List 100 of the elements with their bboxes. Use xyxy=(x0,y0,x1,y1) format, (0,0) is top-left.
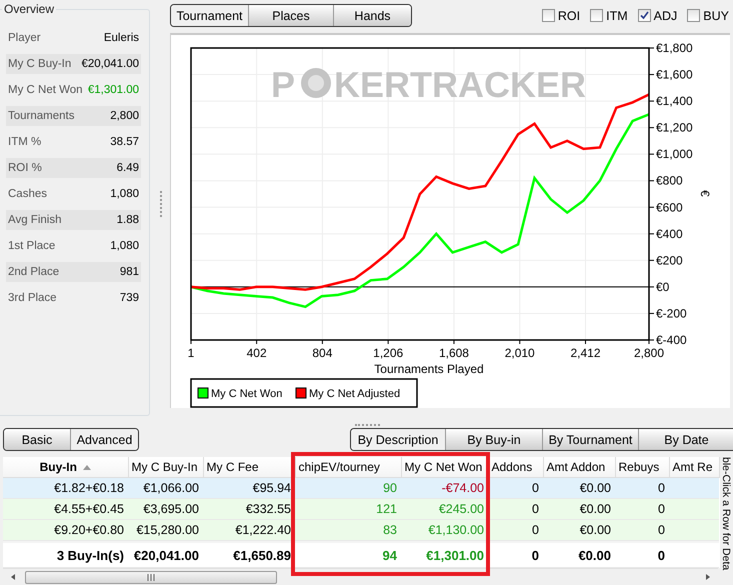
x-tick-label: 2,800 xyxy=(634,346,664,360)
table-cell: €1,222.40 xyxy=(235,523,291,537)
x-tick-label: 402 xyxy=(246,346,267,360)
tab[interactable]: Places xyxy=(249,5,334,26)
table-row[interactable]: €4.55+€0.45 €3,695.00 €332.55 121 €245.00 0 €0.00 0 xyxy=(3,498,719,520)
table-cell: 0 xyxy=(532,481,539,495)
y-tick-label: €-400 xyxy=(656,333,687,347)
splitter-handle[interactable] xyxy=(160,191,162,217)
x-tick-label: 804 xyxy=(312,346,332,360)
x-tick-label: 2,010 xyxy=(504,346,535,360)
y-tick-label: €-200 xyxy=(656,306,687,320)
checkbox[interactable] xyxy=(638,9,651,22)
stat-value: €20,041.00 xyxy=(81,58,139,70)
tab[interactable]: By Buy-in xyxy=(446,429,543,450)
stat-value: 2,800 xyxy=(110,110,139,122)
tab[interactable]: By Description xyxy=(351,429,446,450)
table-cell: €95.94 xyxy=(252,481,291,495)
x-tick-label: 1,608 xyxy=(438,346,469,360)
stat-label: 1st Place xyxy=(8,240,56,252)
tab[interactable]: By Tournament xyxy=(543,429,639,450)
table-cell: €0.00 xyxy=(580,481,611,495)
x-tick-label: 2,412 xyxy=(570,346,601,360)
table-cell: €9.20+€0.80 xyxy=(54,523,124,537)
y-tick-label: €0 xyxy=(656,280,670,294)
y-axis-title: € xyxy=(698,190,712,197)
stat-value: 6.49 xyxy=(116,162,139,174)
stat-label: ITM % xyxy=(8,136,42,148)
table-cell: €20,041.00 xyxy=(134,548,199,562)
table-cell: €1,066.00 xyxy=(143,481,199,495)
table-cell: €332.55 xyxy=(246,502,291,516)
stat-value: 1.88 xyxy=(116,214,139,226)
tab[interactable]: By Date xyxy=(639,429,733,450)
tab[interactable]: Basic xyxy=(4,429,71,450)
stat-label: 3rd Place xyxy=(8,292,57,304)
checkbox-label: BUY xyxy=(703,8,729,22)
y-tick-label: €600 xyxy=(656,200,683,214)
table-cell: €3,695.00 xyxy=(143,502,199,516)
x-tick-label: 1 xyxy=(188,346,194,360)
y-tick-label: €1,600 xyxy=(656,68,693,82)
table-cell: €15,280.00 xyxy=(136,523,199,537)
left-arrow-icon[interactable] xyxy=(9,573,17,581)
y-tick-label: €1,400 xyxy=(656,94,693,108)
stat-label: ROI % xyxy=(8,162,42,174)
stat-value: 1,080 xyxy=(110,188,139,200)
checkbox[interactable] xyxy=(542,9,555,22)
tab[interactable]: Tournament xyxy=(171,5,249,26)
watermark: P xyxy=(271,64,296,105)
x-axis-title: Tournaments Played xyxy=(374,362,484,376)
table-cell: 0 xyxy=(532,548,539,562)
right-arrow-icon[interactable] xyxy=(704,573,712,581)
table-cell: €1,650.89 xyxy=(233,548,291,562)
stat-value: Euleris xyxy=(104,32,139,44)
table-cell: 3 Buy-In(s) xyxy=(56,548,124,562)
table-cell: €1.82+€0.18 xyxy=(54,481,124,495)
table-cell: 0 xyxy=(658,502,665,516)
stat-label: Avg Finish xyxy=(8,214,62,226)
y-tick-label: €1,200 xyxy=(656,120,693,135)
hint-text: ble-Click a Row for Deta xyxy=(719,457,733,572)
stat-value: 1,080 xyxy=(110,240,139,252)
y-tick-label: €400 xyxy=(656,226,683,241)
legend-label: My C Net Adjusted xyxy=(309,388,400,400)
table-cell: 94 xyxy=(382,548,397,562)
table-cell: €245.00 xyxy=(438,502,484,516)
legend-label: My C Net Won xyxy=(211,388,282,400)
scrollbar-thumb[interactable] xyxy=(25,570,277,584)
table-cell: 121 xyxy=(376,502,397,516)
checkbox-label: ITM xyxy=(606,8,628,22)
stat-label: My C Net Won xyxy=(8,84,83,96)
watermark: KERTRACKER xyxy=(334,64,586,105)
table-cell: €4.55+€0.45 xyxy=(54,502,124,516)
table-cell: 90 xyxy=(383,481,397,495)
y-tick-label: €1,800 xyxy=(656,41,693,55)
y-tick-label: €800 xyxy=(656,174,683,188)
checkbox-label: ADJ xyxy=(654,8,678,22)
table-cell: 0 xyxy=(658,548,665,562)
table-row[interactable]: €1.82+€0.18 €1,066.00 €95.94 90 -€74.00 0 €0.00 0 xyxy=(3,478,719,498)
table-cell: €0.00 xyxy=(580,502,611,516)
panel-title: Overview xyxy=(2,2,56,16)
y-tick-label: €200 xyxy=(656,253,683,268)
table-cell: €1,130.00 xyxy=(428,523,484,537)
x-tick-label: 1,206 xyxy=(373,346,404,360)
stat-label: Player xyxy=(8,32,41,44)
checkbox[interactable] xyxy=(687,9,700,22)
table-cell: 0 xyxy=(532,502,539,516)
stat-label: My C Buy-In xyxy=(8,58,72,70)
table-cell: 0 xyxy=(658,523,665,537)
splitter-handle[interactable] xyxy=(355,424,380,426)
stat-value: 38.57 xyxy=(110,136,139,148)
table-cell: €1,301.00 xyxy=(426,548,484,562)
checkbox-label: ROI xyxy=(558,8,580,22)
table-row[interactable]: €9.20+€0.80 €15,280.00 €1,222.40 83 €1,130.00 0 €0.00 0 xyxy=(3,520,719,540)
y-tick-label: €1,000 xyxy=(656,147,693,162)
table-cell: €0.00 xyxy=(580,523,611,537)
tab[interactable]: Hands xyxy=(334,5,411,26)
table-cell: €0.00 xyxy=(578,548,611,562)
stat-label: Tournaments xyxy=(8,110,74,122)
checkbox[interactable] xyxy=(590,9,604,22)
stat-value: €1,301.00 xyxy=(88,84,139,96)
stat-value: 739 xyxy=(120,292,139,304)
table-cell: -€74.00 xyxy=(442,481,484,495)
